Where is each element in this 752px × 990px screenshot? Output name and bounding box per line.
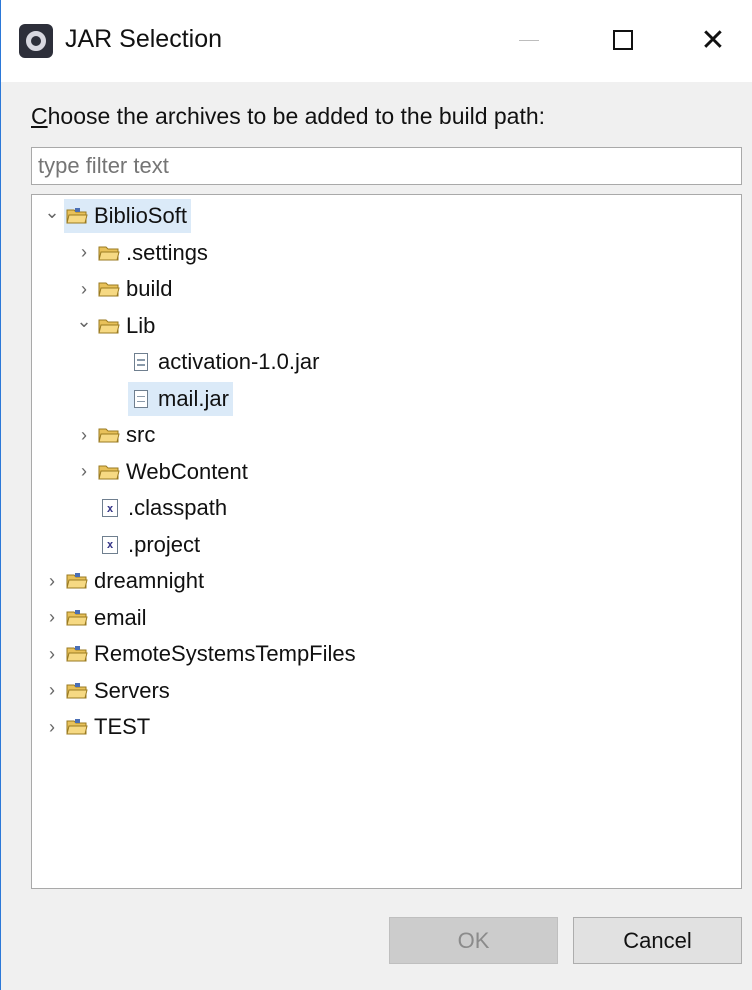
folder-icon xyxy=(98,465,120,479)
chevron-right-icon[interactable]: › xyxy=(40,564,64,598)
tree-item[interactable]: › TEST xyxy=(40,710,154,744)
tree-item-content[interactable]: TEST xyxy=(64,710,154,744)
dialog-prompt: Choose the archives to be added to the b… xyxy=(31,103,545,130)
tree-item[interactable]: › WebContent xyxy=(72,455,252,489)
filter-input[interactable] xyxy=(31,147,742,185)
tree-item-label: email xyxy=(94,604,147,630)
tree-item-label: BiblioSoft xyxy=(94,203,187,228)
file-icon xyxy=(134,353,148,371)
tree-item-label: Lib xyxy=(126,312,156,338)
project-folder-icon xyxy=(66,719,88,735)
minimize-button[interactable] xyxy=(501,12,557,68)
tree-item[interactable]: › dreamnight xyxy=(40,564,208,598)
tree-item[interactable]: › RemoteSystemsTempFiles xyxy=(40,637,360,671)
tree-item-label: .settings xyxy=(126,239,208,265)
chevron-down-icon[interactable]: ⌄ xyxy=(40,195,64,229)
tree-item-label: dreamnight xyxy=(94,568,205,593)
tree-item-label: .project xyxy=(128,531,201,557)
window-title: JAR Selection xyxy=(65,25,223,53)
maximize-icon xyxy=(613,30,633,50)
tree-item-label: RemoteSystemsTempFiles xyxy=(94,641,356,666)
project-folder-icon xyxy=(66,208,88,224)
tree-item[interactable]: mail.jar xyxy=(104,381,233,416)
tree-item-label: mail.jar xyxy=(158,385,229,411)
jar-selection-dialog: JAR Selection ✕ Choose the archives to b… xyxy=(0,0,752,990)
tree-item-label: activation-1.0.jar xyxy=(158,349,320,374)
tree-item-content[interactable]: activation-1.0.jar xyxy=(128,345,323,379)
ok-button[interactable]: OK xyxy=(389,917,558,964)
tree-item-content[interactable]: BiblioSoft xyxy=(64,199,191,233)
tree-item-content[interactable]: WebContent xyxy=(96,455,252,489)
chevron-right-icon[interactable]: › xyxy=(40,710,64,744)
close-icon: ✕ xyxy=(700,23,726,57)
dialog-content: Choose the archives to be added to the b… xyxy=(1,82,752,990)
chevron-right-icon[interactable]: › xyxy=(72,236,96,270)
tree-item-content[interactable]: Servers xyxy=(64,674,174,708)
chevron-right-icon[interactable]: › xyxy=(72,455,96,489)
project-folder-icon xyxy=(66,573,88,589)
tree-item-label: .classpath xyxy=(128,495,228,520)
chevron-down-icon[interactable]: ⌄ xyxy=(72,305,96,339)
project-folder-icon xyxy=(66,682,88,698)
tree-item-content[interactable]: Lib xyxy=(96,309,159,343)
tree-item[interactable]: ⌄ BiblioSoft xyxy=(40,199,191,233)
chevron-right-icon[interactable]: › xyxy=(40,637,64,671)
tree-item-label: WebContent xyxy=(126,458,248,484)
cancel-button[interactable]: Cancel xyxy=(573,917,742,964)
folder-icon xyxy=(98,319,120,333)
tree-item[interactable]: activation-1.0.jar xyxy=(104,345,323,379)
tree-item-content[interactable]: x .project xyxy=(96,528,204,562)
chevron-right-icon[interactable]: › xyxy=(40,601,64,635)
xml-file-icon: x xyxy=(102,535,118,554)
prompt-text: hoose the archives to be added to the bu… xyxy=(47,103,546,129)
tree-item-label: src xyxy=(126,422,156,447)
tree-item[interactable]: › build xyxy=(72,272,176,306)
tree-item-content[interactable]: x .classpath xyxy=(96,491,231,525)
project-folder-icon xyxy=(66,609,88,625)
file-icon xyxy=(134,389,148,408)
tree-item-label: TEST xyxy=(94,714,151,739)
eclipse-icon xyxy=(19,24,53,58)
tree-item-content[interactable]: email xyxy=(64,601,151,635)
tree-item[interactable]: x .project xyxy=(72,528,204,562)
tree-item[interactable]: › src xyxy=(72,418,159,452)
tree-item-content[interactable]: mail.jar xyxy=(128,381,233,416)
chevron-right-icon[interactable]: › xyxy=(72,418,96,452)
prompt-mnemonic: C xyxy=(31,103,48,129)
tree-item-label: build xyxy=(126,276,173,301)
tree-item-content[interactable]: src xyxy=(96,418,159,452)
xml-file-icon: x xyxy=(102,499,118,517)
project-folder-icon xyxy=(66,646,88,662)
archive-tree[interactable]: ⌄ BiblioSoft › .settings › build ⌄ Lib activ… xyxy=(31,194,742,889)
maximize-button[interactable] xyxy=(595,12,651,68)
tree-item[interactable]: › email xyxy=(40,601,151,635)
chevron-right-icon[interactable]: › xyxy=(40,674,64,708)
tree-item-content[interactable]: .settings xyxy=(96,236,212,270)
tree-item[interactable]: › Servers xyxy=(40,674,174,708)
chevron-right-icon[interactable]: › xyxy=(72,272,96,306)
tree-item-content[interactable]: RemoteSystemsTempFiles xyxy=(64,637,360,671)
folder-icon xyxy=(98,282,120,297)
tree-item-content[interactable]: dreamnight xyxy=(64,564,208,598)
folder-icon xyxy=(98,428,120,443)
close-button[interactable]: ✕ xyxy=(685,12,741,68)
tree-item[interactable]: ⌄ Lib xyxy=(72,309,159,343)
tree-item-label: Servers xyxy=(94,677,170,703)
folder-icon xyxy=(98,246,120,260)
tree-item[interactable]: › .settings xyxy=(72,236,212,270)
title-bar: JAR Selection ✕ xyxy=(1,0,752,82)
tree-item-content[interactable]: build xyxy=(96,272,176,306)
tree-item[interactable]: x .classpath xyxy=(72,491,231,525)
minimize-icon xyxy=(519,39,539,41)
